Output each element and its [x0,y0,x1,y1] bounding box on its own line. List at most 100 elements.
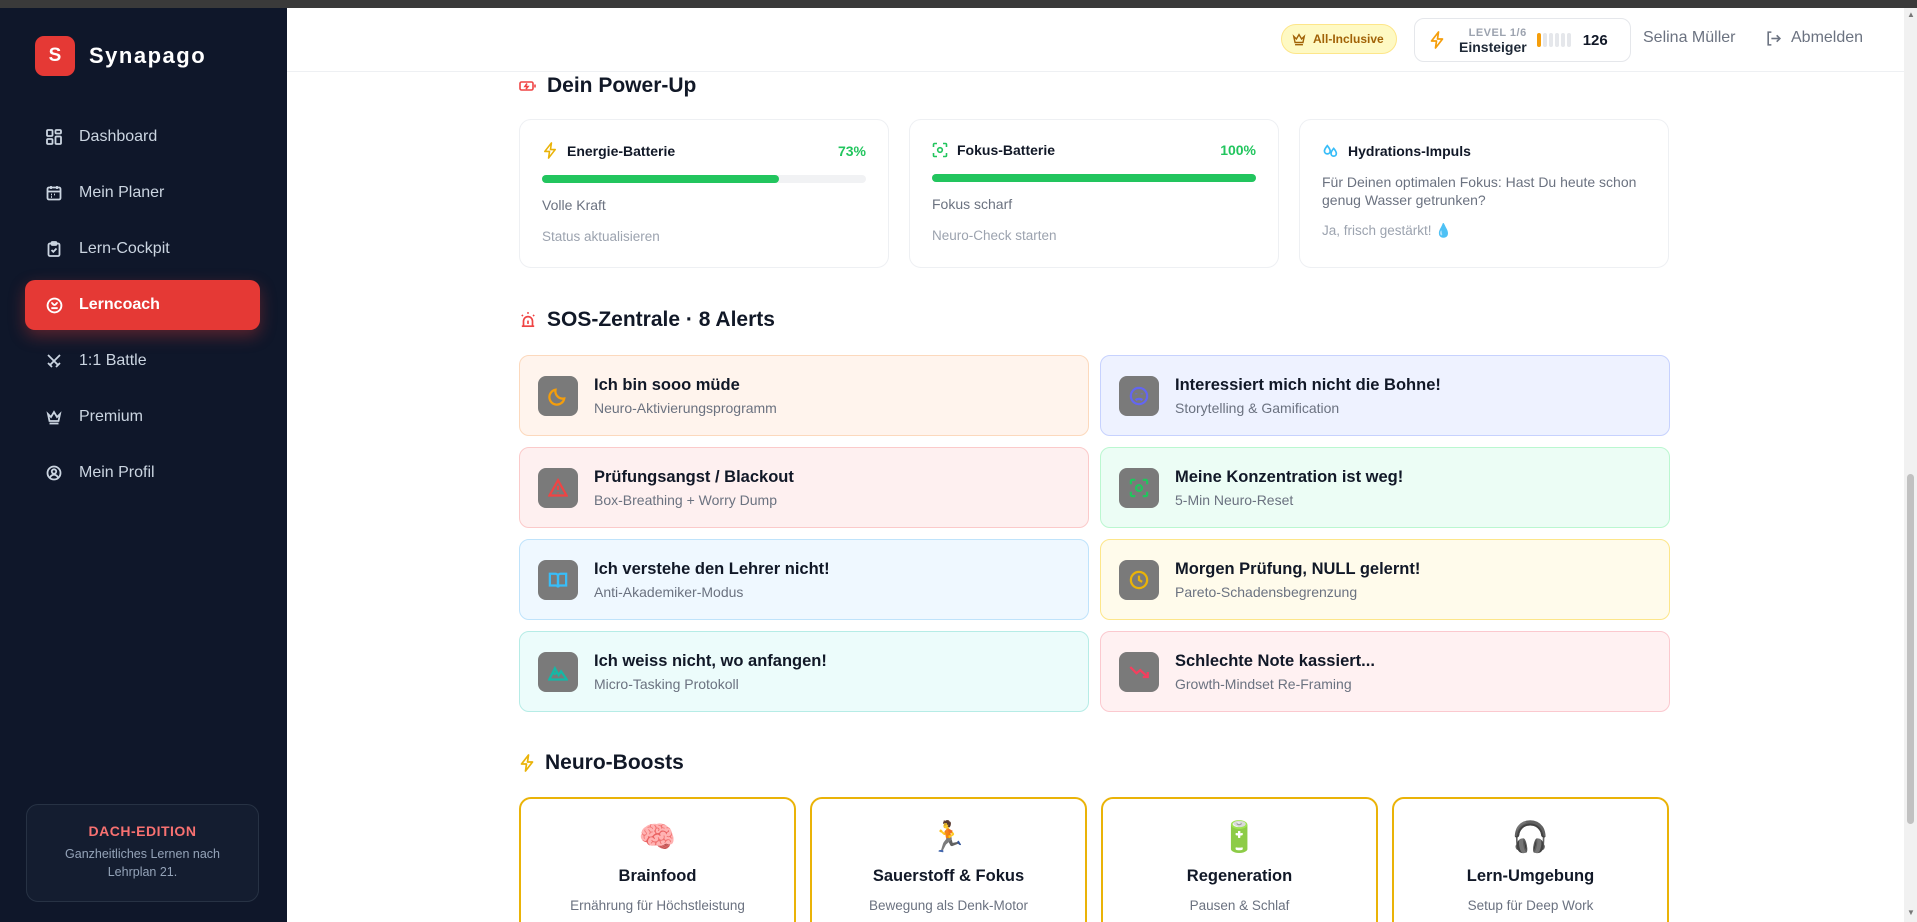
boost-subtitle: Setup für Deep Work [1467,898,1594,913]
scrollbar-thumb[interactable] [1907,474,1914,824]
focus-status: Fokus scharf [932,196,1013,212]
swords-icon [45,352,63,370]
sad-face-icon [1119,375,1159,416]
energy-status: Volle Kraft [542,197,606,213]
card-title: Fokus-Batterie [957,142,1056,158]
warning-icon [538,467,578,508]
sidebar-item-label: Lerncoach [79,296,160,313]
boost-card-regeneration[interactable]: 🔋 Regeneration Pausen & Schlaf [1101,797,1378,922]
boost-title: Brainfood [618,867,697,885]
focus-icon [1119,467,1159,508]
boost-card-oxygen[interactable]: 🏃 Sauerstoff & Fokus Bewegung als Denk-M… [810,797,1087,922]
sidebar: S Synapago Dashboard Mein Planer Lern-Co… [0,8,287,922]
sos-alert-teacher[interactable]: Ich verstehe den Lehrer nicht! Anti-Akade… [519,539,1089,620]
sos-title: Ich weiss nicht, wo anfangen! [594,651,827,670]
clipboard-icon [45,240,63,258]
battery-icon: 🔋 [1220,821,1259,854]
boosts-section-title: Neuro-Boosts [519,751,684,775]
bolt-icon [542,142,558,159]
headphones-icon: 🎧 [1511,821,1550,854]
user-circle-icon [45,464,63,482]
level-name: Einsteiger [1459,39,1527,55]
logout-button[interactable]: Abmelden [1765,29,1863,47]
sidebar-item-label: Premium [79,408,144,425]
neuro-check-link[interactable]: Neuro-Check starten [932,228,1256,243]
focus-battery-card: Fokus-Batterie 100% Fokus scharf Neuro-C… [909,119,1279,268]
sidebar-item-lern-cockpit[interactable]: Lern-Cockpit [25,224,260,274]
level-label: LEVEL 1/6 [1468,27,1527,39]
hydration-card: Hydrations-Impuls Für Deinen optimalen F… [1299,119,1669,268]
sos-subtitle: Anti-Akademiker-Modus [594,583,744,600]
clock-icon [1119,559,1159,600]
hydration-confirm-link[interactable]: Ja, frisch gestärkt! 💧 [1322,223,1646,239]
level-text: LEVEL 1/6 Einsteiger [1459,26,1527,54]
book-icon [538,559,578,600]
sos-subtitle: 5-Min Neuro-Reset [1175,491,1294,508]
powerup-section-title: Dein Power-Up [519,74,696,98]
boost-card-environment[interactable]: 🎧 Lern-Umgebung Setup für Deep Work [1392,797,1669,922]
edition-text: Ganzheitliches Lernen nach Lehrplan 21. [65,847,220,879]
page-scrollbar[interactable]: ▲ ▼ [1904,8,1917,922]
sos-alert-exam-anxiety[interactable]: Prüfungsangst / Blackout Box-Breathing + … [519,447,1089,528]
sos-title: Interessiert mich nicht die Bohne! [1175,375,1441,394]
sidebar-item-battle[interactable]: 1:1 Battle [25,336,260,386]
edition-card: DACH-EDITION Ganzheitliches Lernen nach … [26,804,259,902]
boost-subtitle: Ernährung für Höchstleistung [570,898,745,913]
sos-alert-where-start[interactable]: Ich weiss nicht, wo anfangen! Micro-Taski… [519,631,1089,712]
sidebar-item-label: Mein Profil [79,464,155,481]
boost-subtitle: Bewegung als Denk-Motor [868,898,1029,913]
plan-badge[interactable]: All-Inclusive [1281,24,1397,54]
coach-icon [45,296,63,314]
sidebar-item-dashboard[interactable]: Dashboard [25,112,260,162]
sidebar-item-premium[interactable]: Premium [25,392,260,442]
sos-alert-concentration[interactable]: Meine Konzentration ist weg! 5-Min Neuro-… [1100,447,1670,528]
sos-alert-bored[interactable]: Interessiert mich nicht die Bohne! Storyt… [1100,355,1670,436]
user-name[interactable]: Selina Müller [1643,29,1735,47]
sidebar-item-planer[interactable]: Mein Planer [25,168,260,218]
sos-alert-bad-grade[interactable]: Schlechte Note kassiert... Growth-Mindset… [1100,631,1670,712]
hydration-text: Für Deinen optimalen Fokus: Hast Du heut… [1322,174,1637,208]
energy-progress-bar [542,175,866,183]
level-indicator[interactable]: LEVEL 1/6 Einsteiger 126 [1414,18,1631,62]
sidebar-item-profil[interactable]: Mein Profil [25,448,260,498]
bolt-icon [1430,31,1444,49]
sos-title: Ich verstehe den Lehrer nicht! [594,559,830,578]
main-content: All-Inclusive LEVEL 1/6 Einsteiger 126 S… [287,8,1904,922]
browser-top-strip [0,0,1917,8]
dashboard-icon [45,128,63,146]
focus-progress-bar [932,174,1256,182]
brand-name: Synapago [89,43,207,68]
logout-icon [1767,30,1782,46]
sos-subtitle: Micro-Tasking Protokoll [594,675,739,692]
sos-section-title: SOS-Zentrale · 8 Alerts [519,308,775,332]
sos-alert-exam-tomorrow[interactable]: Morgen Prüfung, NULL gelernt! Pareto-Scha… [1100,539,1670,620]
sos-title: Prüfungsangst / Blackout [594,467,794,486]
card-title: Hydrations-Impuls [1348,142,1471,159]
focus-icon [932,142,948,158]
sos-subtitle: Box-Breathing + Worry Dump [594,491,777,508]
brand[interactable]: S Synapago [35,36,206,76]
sidebar-item-lerncoach[interactable]: Lerncoach [25,280,260,330]
plan-badge-label: All-Inclusive [1313,32,1384,46]
boost-title: Sauerstoff & Fokus [872,867,1025,885]
scroll-down-arrow[interactable]: ▼ [1907,908,1915,917]
sos-title: Schlechte Note kassiert... [1175,651,1375,670]
sidebar-item-label: Mein Planer [79,184,165,201]
edition-title: DACH-EDITION [88,823,197,839]
brain-icon: 🧠 [638,821,677,854]
runner-icon: 🏃 [929,821,968,854]
boost-card-brainfood[interactable]: 🧠 Brainfood Ernährung für Höchstleistung [519,797,796,922]
section-title-text: SOS-Zentrale · 8 Alerts [547,308,775,331]
section-title-text: Neuro-Boosts [545,751,684,774]
update-status-link[interactable]: Status aktualisieren [542,229,866,244]
focus-percent: 100% [1220,142,1256,158]
logout-label: Abmelden [1791,29,1864,46]
sidebar-item-label: Lern-Cockpit [79,240,170,257]
top-header: All-Inclusive LEVEL 1/6 Einsteiger 126 S… [287,8,1904,72]
energy-percent: 73% [837,142,866,159]
crown-icon [1292,33,1306,46]
scroll-up-arrow[interactable]: ▲ [1907,10,1915,19]
sos-alert-tired[interactable]: Ich bin sooo müde Neuro-Aktivierungsprogr… [519,355,1089,436]
points-count: 126 [1582,31,1608,49]
droplets-icon [1322,142,1339,159]
